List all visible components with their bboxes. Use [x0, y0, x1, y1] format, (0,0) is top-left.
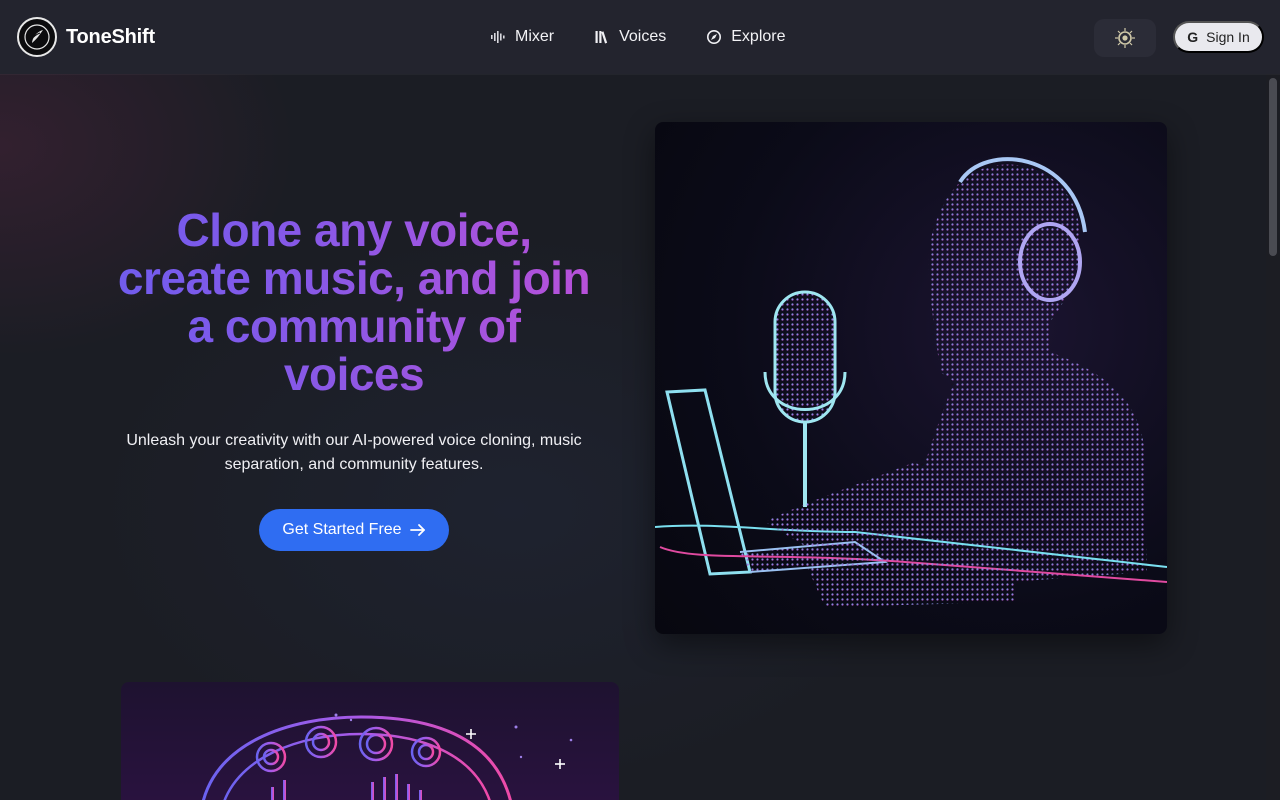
compass-icon	[707, 30, 722, 44]
secondary-illustration	[121, 682, 619, 800]
brand[interactable]: ToneShift	[17, 17, 155, 57]
hero-illustration	[655, 122, 1167, 634]
main-nav: Mixer Voices Explore	[490, 0, 786, 74]
hero-title-line: create music, and join	[117, 252, 591, 304]
sign-in-label: Sign In	[1206, 29, 1250, 45]
hero-title-line: Clone any voice,	[176, 204, 532, 256]
waveform-icon	[491, 31, 505, 43]
toneshift-logo-icon	[17, 17, 57, 57]
nav-item-label: Explore	[731, 28, 786, 45]
nav-item-voices[interactable]: Voices	[594, 28, 666, 46]
theme-toggle-button[interactable]	[1094, 19, 1156, 57]
library-icon	[595, 31, 608, 44]
get-started-button[interactable]: Get Started Free	[259, 509, 449, 551]
nav-item-mixer[interactable]: Mixer	[490, 28, 554, 46]
brand-name: ToneShift	[66, 25, 155, 48]
theme-toggle-icon	[1115, 28, 1135, 48]
nav-item-explore[interactable]: Explore	[706, 28, 786, 46]
nav-item-label: Voices	[619, 28, 667, 45]
sign-in-button[interactable]: G Sign In	[1173, 21, 1264, 53]
hero-title-line: a community of	[187, 300, 521, 352]
nav-item-label: Mixer	[515, 28, 555, 45]
get-started-label: Get Started Free	[282, 521, 402, 538]
hero-title-line: voices	[283, 348, 425, 400]
hero-subtitle: Unleash your creativity with our AI-powe…	[126, 432, 582, 473]
page-scrollbar-thumb[interactable]	[1269, 78, 1277, 256]
top-header: ToneShift Mixer Voices Explore G Sign In	[0, 0, 1280, 74]
google-icon: G	[1187, 29, 1199, 45]
arrow-right-icon	[409, 524, 425, 536]
hero-title: Clone any voice, create music, and join …	[60, 206, 648, 398]
